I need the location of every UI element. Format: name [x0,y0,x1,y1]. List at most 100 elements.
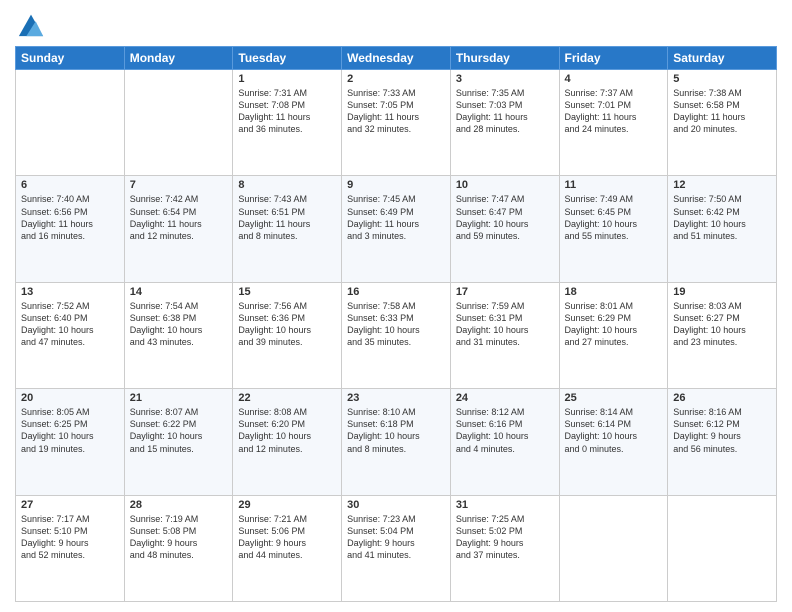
cell-info: Sunrise: 7:25 AM Sunset: 5:02 PM Dayligh… [456,513,554,562]
calendar-cell: 4 Sunrise: 7:37 AM Sunset: 7:01 PM Daylig… [559,70,668,176]
day-number: 26 [673,392,771,404]
calendar-cell: 9 Sunrise: 7:45 AM Sunset: 6:49 PM Daylig… [342,176,451,282]
day-number: 22 [238,392,336,404]
day-number: 5 [673,73,771,85]
calendar-table: SundayMondayTuesdayWednesdayThursdayFrid… [15,46,777,602]
logo-icon [17,10,45,38]
calendar-cell: 24 Sunrise: 8:12 AM Sunset: 6:16 PM Dayli… [450,389,559,495]
cell-info: Sunrise: 7:31 AM Sunset: 7:08 PM Dayligh… [238,87,336,136]
day-number: 20 [21,392,119,404]
day-number: 19 [673,286,771,298]
cell-info: Sunrise: 7:54 AM Sunset: 6:38 PM Dayligh… [130,300,228,349]
day-number: 9 [347,179,445,191]
calendar-cell: 31 Sunrise: 7:25 AM Sunset: 5:02 PM Dayli… [450,495,559,601]
cell-info: Sunrise: 8:08 AM Sunset: 6:20 PM Dayligh… [238,406,336,455]
cell-info: Sunrise: 7:47 AM Sunset: 6:47 PM Dayligh… [456,193,554,242]
cell-info: Sunrise: 7:42 AM Sunset: 6:54 PM Dayligh… [130,193,228,242]
weekday-header-cell: Tuesday [233,47,342,70]
weekday-header-cell: Sunday [16,47,125,70]
day-number: 18 [565,286,663,298]
cell-info: Sunrise: 7:17 AM Sunset: 5:10 PM Dayligh… [21,513,119,562]
calendar-cell: 14 Sunrise: 7:54 AM Sunset: 6:38 PM Dayli… [124,282,233,388]
day-number: 23 [347,392,445,404]
cell-info: Sunrise: 8:01 AM Sunset: 6:29 PM Dayligh… [565,300,663,349]
calendar-cell: 5 Sunrise: 7:38 AM Sunset: 6:58 PM Daylig… [668,70,777,176]
calendar-cell: 26 Sunrise: 8:16 AM Sunset: 6:12 PM Dayli… [668,389,777,495]
day-number: 7 [130,179,228,191]
calendar-cell: 28 Sunrise: 7:19 AM Sunset: 5:08 PM Dayli… [124,495,233,601]
calendar-cell: 19Sunrise: 8:03 AM Sunset: 6:27 PM Dayli… [668,282,777,388]
calendar-cell: 30Sunrise: 7:23 AM Sunset: 5:04 PM Dayli… [342,495,451,601]
calendar-cell: 8Sunrise: 7:43 AM Sunset: 6:51 PM Daylig… [233,176,342,282]
calendar-cell: 2Sunrise: 7:33 AM Sunset: 7:05 PM Daylig… [342,70,451,176]
calendar-cell: 27 Sunrise: 7:17 AM Sunset: 5:10 PM Dayli… [16,495,125,601]
cell-info: Sunrise: 7:33 AM Sunset: 7:05 PM Dayligh… [347,87,445,136]
calendar-cell: 3 Sunrise: 7:35 AM Sunset: 7:03 PM Daylig… [450,70,559,176]
day-number: 11 [565,179,663,191]
day-number: 6 [21,179,119,191]
day-number: 14 [130,286,228,298]
day-number: 28 [130,499,228,511]
day-number: 21 [130,392,228,404]
day-number: 8 [238,179,336,191]
calendar-body: 1 Sunrise: 7:31 AM Sunset: 7:08 PM Daylig… [16,70,777,602]
day-number: 27 [21,499,119,511]
weekday-header-cell: Monday [124,47,233,70]
page: SundayMondayTuesdayWednesdayThursdayFrid… [0,0,792,612]
cell-info: Sunrise: 8:10 AM Sunset: 6:18 PM Dayligh… [347,406,445,455]
calendar-week-row: 27 Sunrise: 7:17 AM Sunset: 5:10 PM Dayli… [16,495,777,601]
calendar-week-row: 1 Sunrise: 7:31 AM Sunset: 7:08 PM Daylig… [16,70,777,176]
calendar-cell: 21Sunrise: 8:07 AM Sunset: 6:22 PM Dayli… [124,389,233,495]
calendar-cell: 13 Sunrise: 7:52 AM Sunset: 6:40 PM Dayli… [16,282,125,388]
day-number: 17 [456,286,554,298]
cell-info: Sunrise: 7:45 AM Sunset: 6:49 PM Dayligh… [347,193,445,242]
cell-info: Sunrise: 8:14 AM Sunset: 6:14 PM Dayligh… [565,406,663,455]
cell-info: Sunrise: 7:38 AM Sunset: 6:58 PM Dayligh… [673,87,771,136]
weekday-header-cell: Wednesday [342,47,451,70]
calendar-cell: 18 Sunrise: 8:01 AM Sunset: 6:29 PM Dayli… [559,282,668,388]
day-number: 13 [21,286,119,298]
calendar-cell: 11 Sunrise: 7:49 AM Sunset: 6:45 PM Dayli… [559,176,668,282]
calendar-cell: 1 Sunrise: 7:31 AM Sunset: 7:08 PM Daylig… [233,70,342,176]
calendar-cell [16,70,125,176]
cell-info: Sunrise: 8:16 AM Sunset: 6:12 PM Dayligh… [673,406,771,455]
calendar-cell [559,495,668,601]
day-number: 24 [456,392,554,404]
cell-info: Sunrise: 7:21 AM Sunset: 5:06 PM Dayligh… [238,513,336,562]
cell-info: Sunrise: 7:23 AM Sunset: 5:04 PM Dayligh… [347,513,445,562]
calendar-week-row: 20 Sunrise: 8:05 AM Sunset: 6:25 PM Dayli… [16,389,777,495]
cell-info: Sunrise: 7:35 AM Sunset: 7:03 PM Dayligh… [456,87,554,136]
cell-info: Sunrise: 7:49 AM Sunset: 6:45 PM Dayligh… [565,193,663,242]
calendar-cell: 22 Sunrise: 8:08 AM Sunset: 6:20 PM Dayli… [233,389,342,495]
cell-info: Sunrise: 7:19 AM Sunset: 5:08 PM Dayligh… [130,513,228,562]
day-number: 4 [565,73,663,85]
day-number: 16 [347,286,445,298]
cell-info: Sunrise: 8:05 AM Sunset: 6:25 PM Dayligh… [21,406,119,455]
calendar-cell: 7 Sunrise: 7:42 AM Sunset: 6:54 PM Daylig… [124,176,233,282]
day-number: 29 [238,499,336,511]
calendar-cell: 25Sunrise: 8:14 AM Sunset: 6:14 PM Dayli… [559,389,668,495]
day-number: 31 [456,499,554,511]
calendar-cell: 29 Sunrise: 7:21 AM Sunset: 5:06 PM Dayli… [233,495,342,601]
day-number: 12 [673,179,771,191]
calendar-cell: 20 Sunrise: 8:05 AM Sunset: 6:25 PM Dayli… [16,389,125,495]
weekday-header-cell: Friday [559,47,668,70]
day-number: 10 [456,179,554,191]
header [15,10,777,38]
weekday-header-cell: Saturday [668,47,777,70]
calendar-cell: 15Sunrise: 7:56 AM Sunset: 6:36 PM Dayli… [233,282,342,388]
cell-info: Sunrise: 7:56 AM Sunset: 6:36 PM Dayligh… [238,300,336,349]
day-number: 1 [238,73,336,85]
day-number: 3 [456,73,554,85]
calendar-cell: 12Sunrise: 7:50 AM Sunset: 6:42 PM Dayli… [668,176,777,282]
calendar-cell: 23 Sunrise: 8:10 AM Sunset: 6:18 PM Dayli… [342,389,451,495]
cell-info: Sunrise: 7:52 AM Sunset: 6:40 PM Dayligh… [21,300,119,349]
cell-info: Sunrise: 7:37 AM Sunset: 7:01 PM Dayligh… [565,87,663,136]
calendar-week-row: 13 Sunrise: 7:52 AM Sunset: 6:40 PM Dayli… [16,282,777,388]
calendar-cell: 17Sunrise: 7:59 AM Sunset: 6:31 PM Dayli… [450,282,559,388]
calendar-cell: 6Sunrise: 7:40 AM Sunset: 6:56 PM Daylig… [16,176,125,282]
cell-info: Sunrise: 8:12 AM Sunset: 6:16 PM Dayligh… [456,406,554,455]
calendar-week-row: 6Sunrise: 7:40 AM Sunset: 6:56 PM Daylig… [16,176,777,282]
calendar-cell: 10 Sunrise: 7:47 AM Sunset: 6:47 PM Dayli… [450,176,559,282]
calendar-cell [124,70,233,176]
